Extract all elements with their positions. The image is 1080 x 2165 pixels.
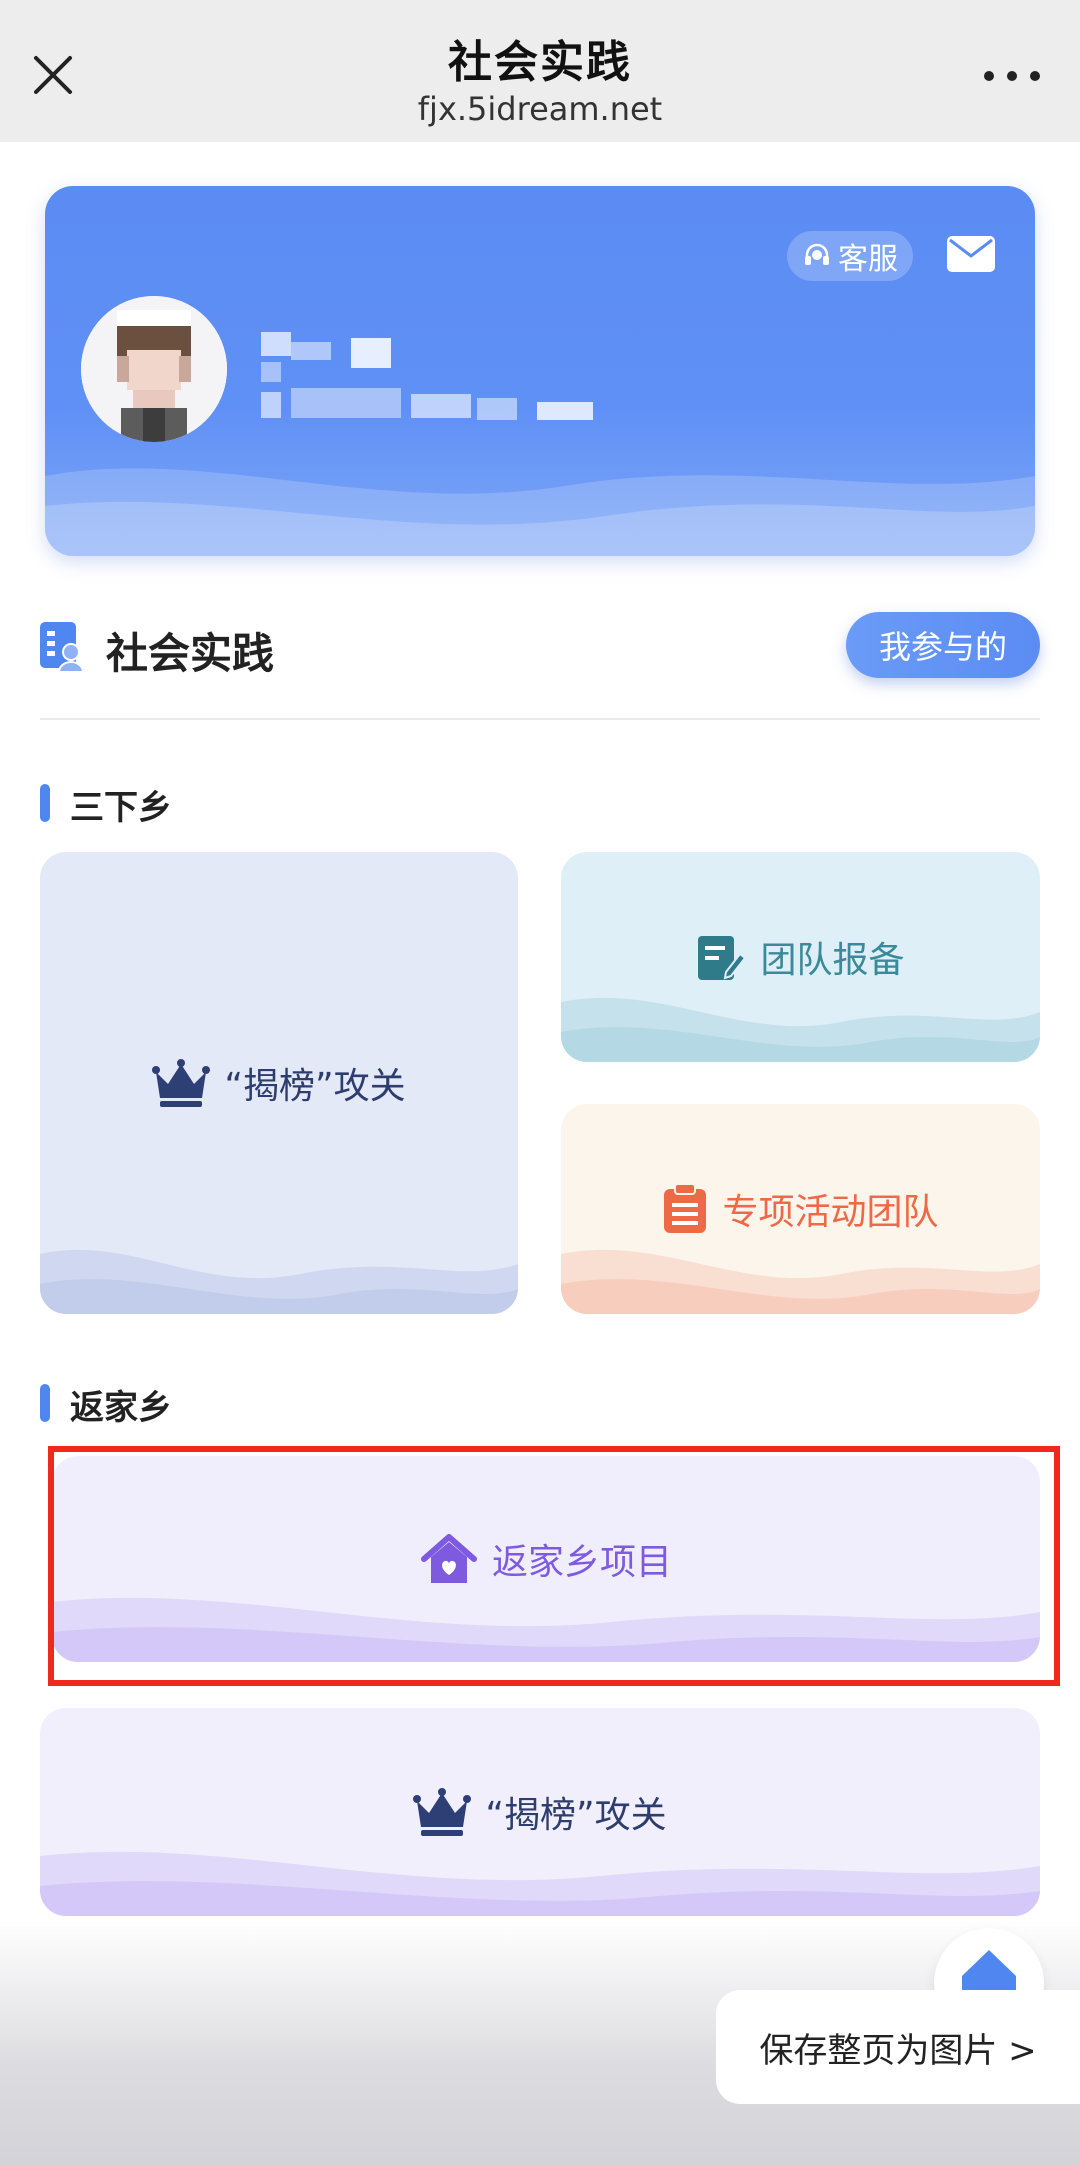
crown-icon (413, 1788, 472, 1836)
avatar (81, 296, 227, 442)
section-title: 社会实践 (106, 629, 275, 678)
customer-service-button[interactable]: 客服 (787, 231, 913, 281)
mail-icon[interactable] (947, 236, 995, 272)
page-url: fjx.5idream.net (417, 90, 663, 128)
clipboard-icon (664, 1183, 707, 1233)
save-page-as-image-button[interactable]: 保存整页为图片 > (716, 1990, 1080, 2104)
browser-top-bar: 社会实践 fjx.5idream.net (0, 0, 1080, 142)
my-participation-button[interactable]: 我参与的 (846, 612, 1040, 678)
page-title: 社会实践 (448, 37, 632, 88)
tile-label: “揭榜”攻关 (224, 1066, 406, 1107)
group-label-fanjiaxiang: 返家乡 (40, 1380, 172, 1429)
tile-special-activity-team[interactable]: 专项活动团队 (561, 1104, 1040, 1314)
wave-decoration (40, 1249, 518, 1314)
wave-decoration (45, 468, 1035, 556)
tile-jiebang-gongguan-2[interactable]: “揭榜”攻关 (40, 1708, 1040, 1916)
wave-decoration (561, 997, 1040, 1062)
tile-label: 专项活动团队 (722, 1192, 939, 1233)
wave-decoration (40, 1851, 1040, 1916)
divider (40, 718, 1040, 720)
wave-decoration (561, 1249, 1040, 1314)
group-label-sanxiaxiang: 三下乡 (40, 780, 172, 829)
customer-service-label: 客服 (838, 242, 898, 277)
social-practice-icon (40, 622, 86, 673)
home-heart-icon (420, 1534, 477, 1583)
tile-team-registration[interactable]: 团队报备 (561, 852, 1040, 1062)
crown-icon (152, 1059, 211, 1107)
tile-jiebang-gongguan[interactable]: “揭榜”攻关 (40, 852, 518, 1314)
profile-card: 客服 (45, 186, 1035, 556)
headset-icon (805, 243, 829, 265)
edit-document-icon (698, 936, 747, 980)
more-options-icon[interactable] (984, 64, 1040, 88)
tile-label: 团队报备 (760, 940, 905, 981)
tile-label: 返家乡项目 (491, 1542, 672, 1583)
tile-label: “揭榜”攻关 (485, 1795, 667, 1836)
section-header: 社会实践 我参与的 (40, 612, 1040, 682)
